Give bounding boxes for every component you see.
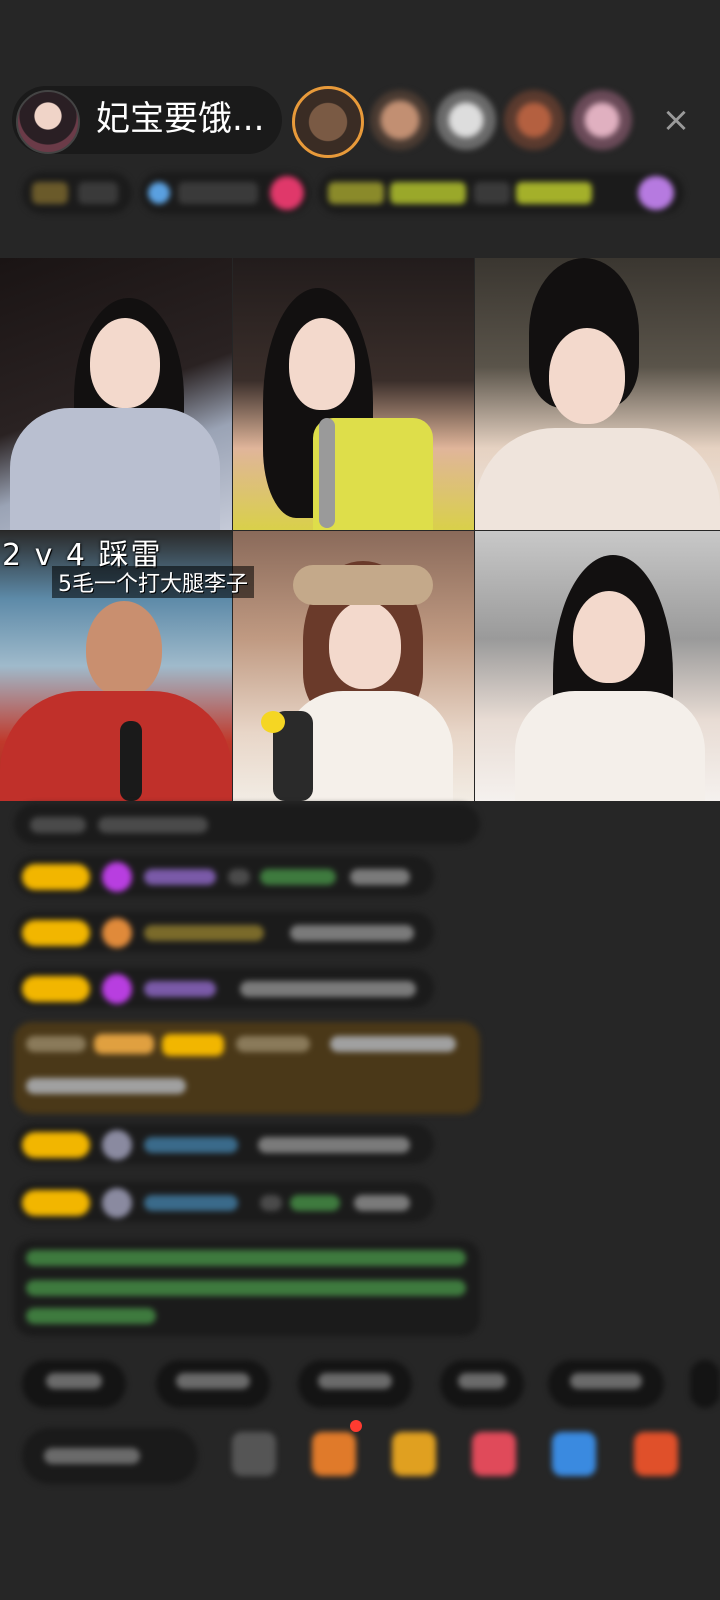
- chat-message[interactable]: [14, 912, 434, 952]
- system-notice: [14, 1240, 480, 1336]
- viewer-avatar[interactable]: [292, 86, 364, 158]
- viewer-avatar[interactable]: [504, 90, 564, 150]
- chat-message[interactable]: [14, 856, 434, 896]
- host-avatar[interactable]: [16, 90, 80, 154]
- video-tile[interactable]: [475, 258, 720, 530]
- quick-reply-button[interactable]: [440, 1360, 524, 1408]
- viewer-avatar[interactable]: [436, 90, 496, 150]
- notification-dot: [350, 1420, 362, 1432]
- share-icon[interactable]: [552, 1432, 596, 1476]
- video-tile[interactable]: [233, 258, 474, 530]
- chat-message[interactable]: [14, 804, 480, 844]
- chat-message[interactable]: [14, 1182, 434, 1222]
- fan-club-icon[interactable]: [472, 1432, 516, 1476]
- gift-icon[interactable]: [392, 1432, 436, 1476]
- viewer-avatar[interactable]: [370, 90, 430, 150]
- video-tile[interactable]: [0, 258, 232, 530]
- host-name[interactable]: 妃宝要饿...: [96, 98, 264, 140]
- host-info-pill[interactable]: 妃宝要饿...: [12, 86, 282, 154]
- level-badge: [22, 1132, 90, 1158]
- gift-message[interactable]: [14, 1022, 480, 1114]
- popularity-badge[interactable]: [140, 172, 310, 214]
- emoji-icon[interactable]: [232, 1432, 276, 1476]
- level-badge: [22, 1190, 90, 1216]
- quick-reply-button[interactable]: [298, 1360, 412, 1408]
- pk-subtitle: 5毛一个打大腿李子: [52, 566, 254, 598]
- level-badge: [22, 864, 90, 890]
- viewer-avatar[interactable]: [572, 90, 632, 150]
- chat-message[interactable]: [14, 1124, 434, 1164]
- quick-reply-button[interactable]: [548, 1360, 664, 1408]
- avatar: [102, 1188, 132, 1218]
- gift-box-icon[interactable]: [312, 1432, 356, 1476]
- diamond-icon: [102, 862, 132, 892]
- badge-icon: [102, 918, 132, 948]
- diamond-icon: [102, 974, 132, 1004]
- activity-banner[interactable]: [318, 172, 684, 214]
- quick-reply-button[interactable]: [156, 1360, 270, 1408]
- video-tile[interactable]: [233, 531, 474, 801]
- level-badge: [22, 920, 90, 946]
- chat-input[interactable]: [22, 1428, 198, 1484]
- chat-message[interactable]: [14, 968, 434, 1008]
- close-icon[interactable]: ×: [656, 100, 696, 140]
- quick-reply-button[interactable]: [690, 1360, 720, 1408]
- video-tile[interactable]: [475, 531, 720, 801]
- avatar: [102, 1130, 132, 1160]
- level-badge: [22, 976, 90, 1002]
- rank-badge[interactable]: [22, 172, 132, 214]
- quick-reply-button[interactable]: [22, 1360, 126, 1408]
- more-icon[interactable]: [634, 1432, 678, 1476]
